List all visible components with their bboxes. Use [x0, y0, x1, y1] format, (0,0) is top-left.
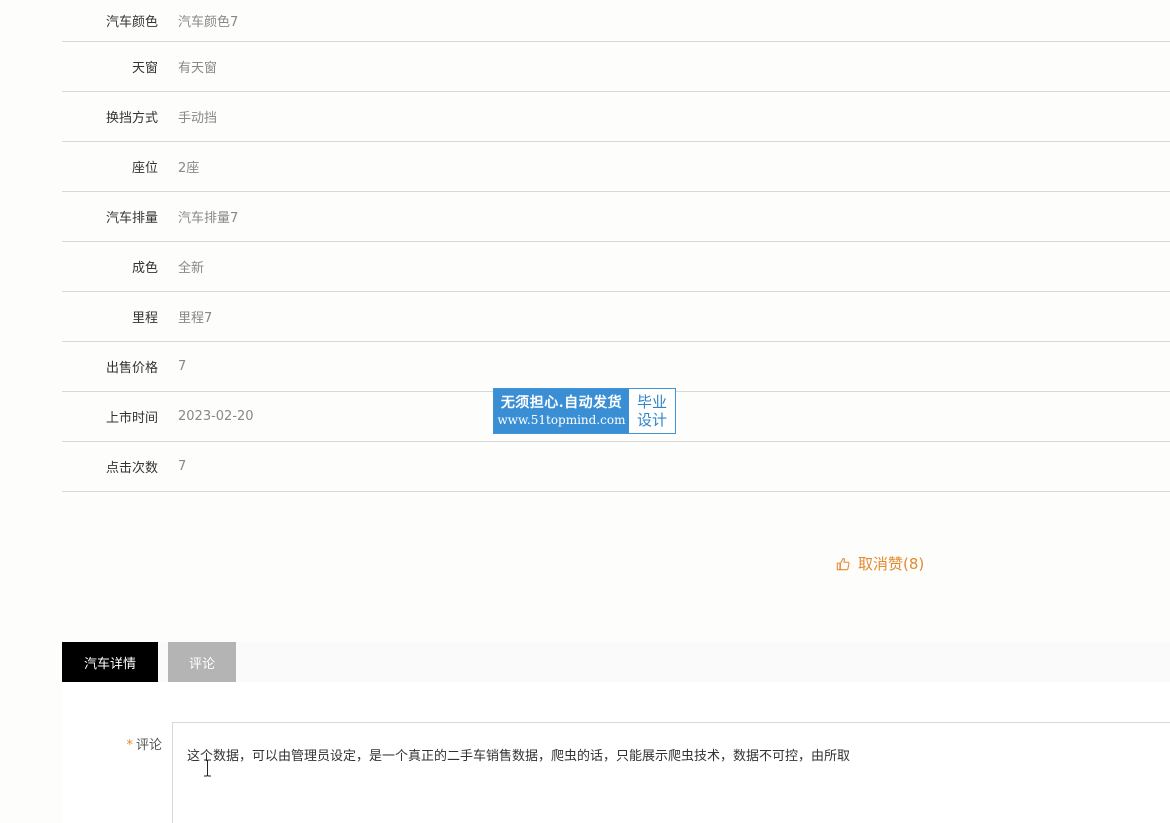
watermark-side-top: 毕业 — [636, 393, 667, 411]
info-value: 全新 — [178, 261, 205, 276]
watermark-url: www.51topmind.com — [497, 413, 626, 427]
info-row-click-count: 点击次数 7 — [62, 442, 1170, 492]
car-detail-page: 汽车颜色 汽车颜色7 天窗 有天窗 换挡方式 手动挡 座位 2座 汽车排量 汽车… — [0, 0, 1170, 823]
detail-tabs: 汽车详情 评论 — [62, 642, 1170, 682]
info-value: 汽车颜色7 — [178, 15, 239, 30]
info-value: 汽车排量7 — [178, 211, 239, 226]
info-label: 汽车颜色 — [105, 15, 158, 30]
info-row-sunroof: 天窗 有天窗 — [62, 42, 1170, 92]
info-value: 手动挡 — [178, 111, 218, 126]
info-row-transmission: 换挡方式 手动挡 — [62, 92, 1170, 142]
info-row-seats: 座位 2座 — [62, 142, 1170, 192]
info-label: 点击次数 — [105, 461, 158, 476]
comment-field-label: * 评论 — [62, 734, 162, 753]
watermark-main: 无须担心.自动发货 www.51topmind.com — [494, 389, 629, 433]
comment-label-text: 评论 — [135, 738, 162, 753]
info-value: 有天窗 — [178, 61, 218, 76]
watermark-badge: 无须担心.自动发货 www.51topmind.com 毕业 设计 — [493, 388, 676, 434]
info-value: 7 — [178, 359, 187, 374]
required-mark: * — [126, 738, 133, 753]
info-label: 汽车排量 — [105, 211, 158, 226]
info-label: 天窗 — [131, 61, 158, 76]
comment-textarea[interactable]: 这个数据，可以由管理员设定，是一个真正的二手车销售数据，爬虫的话，只能展示爬虫技… — [172, 722, 1170, 823]
info-value: 2023-02-20 — [178, 409, 254, 424]
info-label: 换挡方式 — [105, 111, 158, 126]
tab-car-details[interactable]: 汽车详情 — [62, 642, 158, 682]
unlike-label: 取消赞(8) — [858, 555, 925, 573]
watermark-side-bottom: 设计 — [636, 411, 667, 429]
info-value: 2座 — [178, 161, 200, 176]
info-label: 出售价格 — [105, 361, 158, 376]
info-row-color: 汽车颜色 汽车颜色7 — [62, 0, 1170, 42]
info-value: 7 — [178, 459, 187, 474]
tab-comments[interactable]: 评论 — [168, 642, 236, 682]
info-label: 成色 — [131, 261, 158, 276]
info-row-mileage: 里程 里程7 — [62, 292, 1170, 342]
unlike-button[interactable]: 取消赞(8) — [836, 553, 924, 574]
watermark-side: 毕业 设计 — [629, 389, 675, 433]
thumbs-up-icon — [836, 557, 850, 570]
info-row-price: 出售价格 7 — [62, 342, 1170, 392]
info-label: 上市时间 — [105, 411, 158, 426]
info-row-displacement: 汽车排量 汽车排量7 — [62, 192, 1170, 242]
info-value: 里程7 — [178, 311, 213, 326]
watermark-slogan: 无须担心.自动发货 — [500, 395, 623, 411]
info-label: 座位 — [131, 161, 158, 176]
text-cursor-icon — [204, 759, 211, 777]
info-label: 里程 — [131, 311, 158, 326]
info-row-condition: 成色 全新 — [62, 242, 1170, 292]
